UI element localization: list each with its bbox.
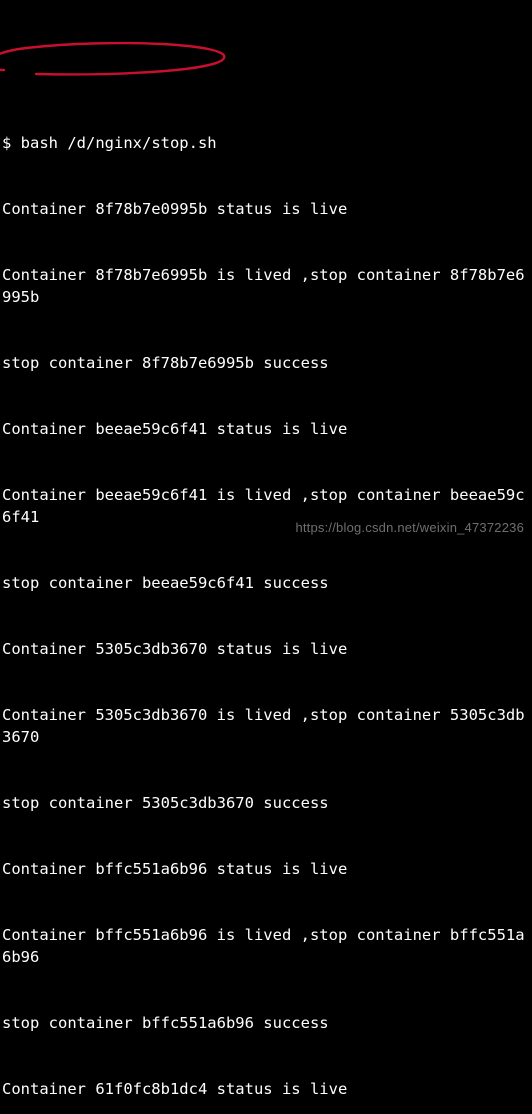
output-line: Container 61f0fc8b1dc4 status is live (2, 1078, 530, 1100)
prompt: $ (2, 134, 21, 152)
output-line: Container 8f78b7e6995b is lived ,stop co… (2, 264, 530, 308)
output-line: Container bffc551a6b96 is lived ,stop co… (2, 924, 530, 968)
watermark-text: https://blog.csdn.net/weixin_47372236 (295, 517, 524, 539)
command-line: $ bash /d/nginx/stop.sh (2, 132, 530, 154)
output-line: stop container bffc551a6b96 success (2, 1012, 530, 1034)
output-line: stop container 8f78b7e6995b success (2, 352, 530, 374)
highlight-annotation (0, 0, 246, 36)
output-line: stop container beeae59c6f41 success (2, 572, 530, 594)
output-line: Container 8f78b7e0995b status is live (2, 198, 530, 220)
output-line: stop container 5305c3db3670 success (2, 792, 530, 814)
output-line: Container 5305c3db3670 status is live (2, 638, 530, 660)
output-line: Container bffc551a6b96 status is live (2, 858, 530, 880)
command-text: bash /d/nginx/stop.sh (21, 134, 217, 152)
output-line: Container 5305c3db3670 is lived ,stop co… (2, 704, 530, 748)
circle-icon (0, 36, 246, 80)
output-line: Container beeae59c6f41 status is live (2, 418, 530, 440)
terminal-output[interactable]: $ bash /d/nginx/stop.sh Container 8f78b7… (0, 88, 532, 1114)
